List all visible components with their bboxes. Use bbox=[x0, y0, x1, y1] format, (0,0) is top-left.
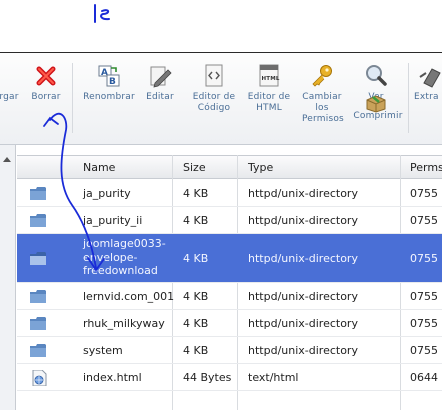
handwritten-annotation-arrow bbox=[43, 112, 105, 272]
